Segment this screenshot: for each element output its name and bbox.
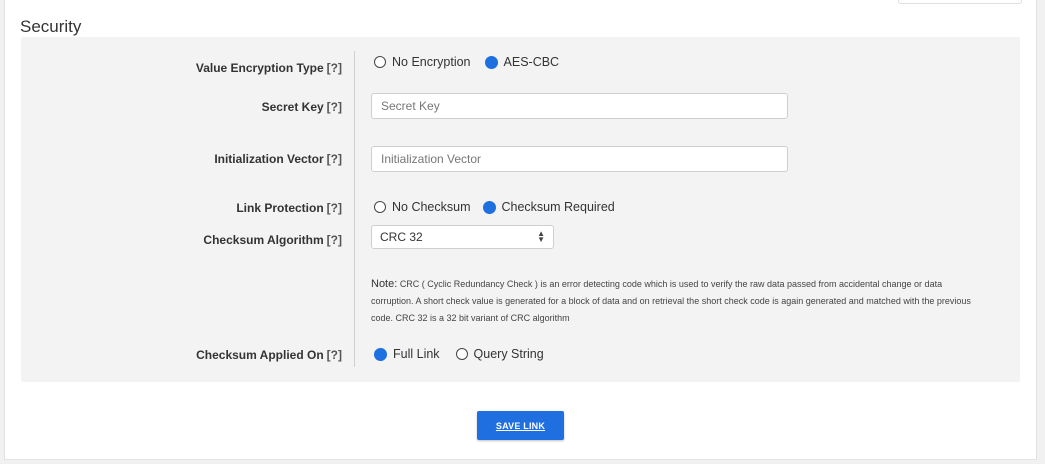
radio-no-checksum[interactable]: No Checksum	[374, 200, 471, 214]
radio-query-string[interactable]: Query String	[455, 347, 544, 361]
encryption-radio-group: No Encryption AES-CBC	[374, 55, 573, 69]
radio-no-checksum-dot[interactable]	[374, 201, 386, 213]
radio-no-checksum-label: No Checksum	[392, 200, 471, 214]
label-divider	[354, 51, 355, 367]
init-vector-help-icon[interactable]: [?]	[327, 152, 342, 166]
init-vector-label-text: Initialization Vector	[214, 152, 324, 166]
checksum-applied-label: Checksum Applied On [?]	[196, 348, 342, 362]
radio-aes-cbc-dot[interactable]	[484, 55, 498, 69]
checksum-algorithm-value: CRC 32	[380, 230, 423, 244]
encryption-type-label: Value Encryption Type [?]	[196, 61, 342, 75]
encryption-type-label-text: Value Encryption Type	[195, 61, 324, 75]
radio-query-string-dot[interactable]	[455, 348, 468, 360]
secret-key-input[interactable]	[371, 93, 788, 119]
link-protection-help-icon[interactable]: [?]	[327, 201, 342, 215]
link-protection-label: Link Protection [?]	[236, 201, 342, 215]
checksum-algorithm-select[interactable]: CRC 32 ▲ ▼	[371, 225, 554, 249]
radio-aes-cbc[interactable]: AES-CBC	[484, 55, 560, 69]
note-label: Note:	[371, 278, 398, 290]
init-vector-label: Initialization Vector [?]	[214, 152, 342, 166]
section-title: Security	[20, 17, 82, 36]
secret-key-label: Secret Key [?]	[262, 100, 342, 114]
link-protection-radio-group: No Checksum Checksum Required	[374, 200, 629, 214]
save-link-button[interactable]: SAVE LINK	[477, 411, 564, 440]
radio-no-encryption-dot[interactable]	[374, 56, 386, 68]
checksum-applied-help-icon[interactable]: [?]	[327, 348, 342, 362]
radio-checksum-required-label: Checksum Required	[501, 200, 615, 214]
checksum-algorithm-label-text: Checksum Algorithm	[203, 233, 324, 247]
radio-no-encryption-label: No Encryption	[392, 55, 471, 69]
encryption-help-icon[interactable]: [?]	[327, 61, 342, 75]
link-protection-label-text: Link Protection	[236, 201, 324, 215]
checksum-algorithm-help-icon[interactable]: [?]	[327, 233, 342, 247]
radio-checksum-required[interactable]: Checksum Required	[482, 200, 615, 214]
checksum-applied-radio-group: Full Link Query String	[374, 347, 558, 361]
checksum-note: Note: CRC ( Cyclic Redundancy Check ) is…	[371, 276, 981, 327]
secret-key-help-icon[interactable]: [?]	[327, 100, 342, 114]
select-arrows-icon: ▲ ▼	[537, 229, 545, 244]
radio-full-link-dot[interactable]	[374, 347, 387, 361]
radio-full-link-label: Full Link	[393, 347, 440, 361]
radio-full-link[interactable]: Full Link	[374, 347, 440, 361]
radio-query-string-label: Query String	[473, 347, 544, 361]
top-tab-edge	[898, 0, 1022, 4]
checksum-algorithm-label: Checksum Algorithm [?]	[203, 233, 342, 247]
secret-key-label-text: Secret Key	[261, 100, 324, 114]
radio-no-encryption[interactable]: No Encryption	[374, 55, 471, 69]
radio-aes-cbc-label: AES-CBC	[503, 55, 560, 69]
note-text: CRC ( Cyclic Redundancy Check ) is an er…	[371, 279, 971, 323]
radio-checksum-required-dot[interactable]	[482, 200, 496, 214]
checksum-applied-label-text: Checksum Applied On	[196, 348, 324, 362]
init-vector-input[interactable]	[371, 146, 788, 172]
